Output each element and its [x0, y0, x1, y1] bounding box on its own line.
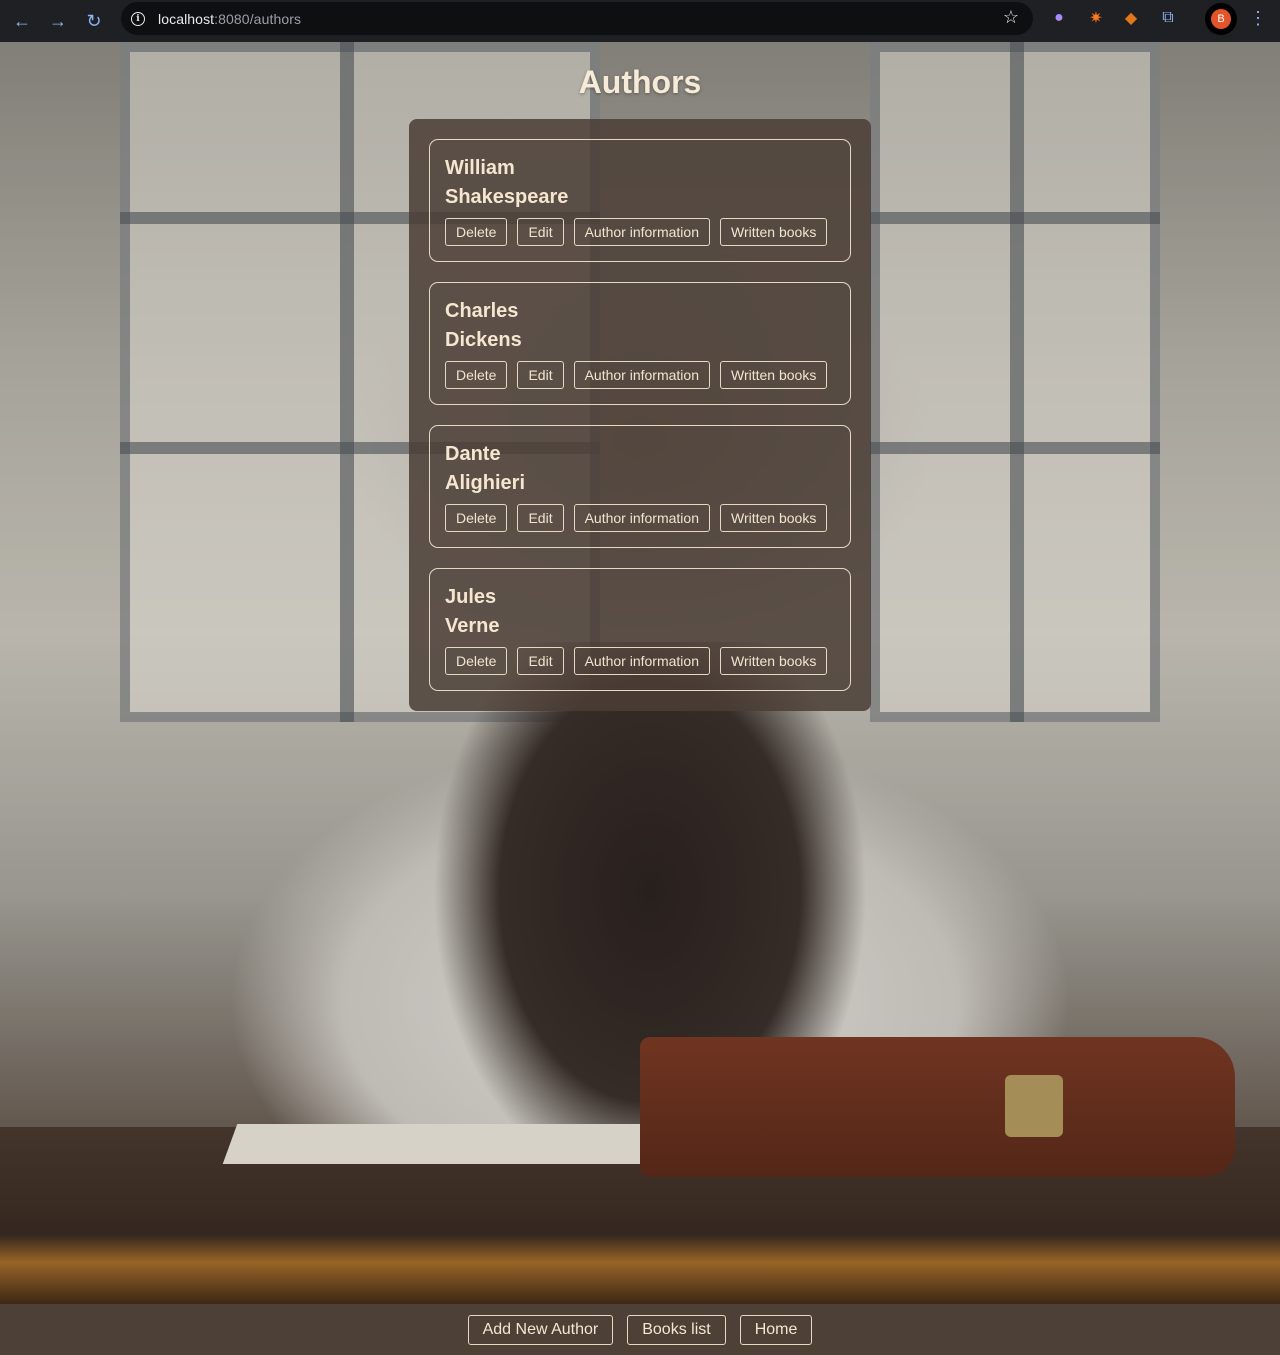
url-text: localhost:8080/authors — [158, 10, 302, 27]
delete-button[interactable]: Delete — [445, 504, 508, 532]
written-books-button[interactable]: Written books — [720, 218, 828, 246]
page-title: Authors — [578, 64, 702, 100]
author-card: Charles Dickens Delete Edit Author inform… — [429, 282, 851, 405]
extensions-puzzle-icon[interactable]: ⧉ — [1154, 4, 1182, 32]
written-books-button[interactable]: Written books — [720, 647, 828, 675]
delete-button[interactable]: Delete — [445, 361, 508, 389]
edit-button[interactable]: Edit — [517, 218, 564, 246]
delete-button[interactable]: Delete — [445, 647, 508, 675]
author-information-button[interactable]: Author information — [573, 218, 710, 246]
profile-button[interactable]: B — [1205, 3, 1237, 35]
address-bar[interactable]: i localhost:8080/authors ☆ — [121, 2, 1033, 35]
authors-list: William Shakespeare Delete Edit Author in… — [409, 119, 871, 711]
burst-extension-icon[interactable]: ✷ — [1082, 4, 1110, 32]
author-card: Dante Alighieri Delete Edit Author inform… — [429, 425, 851, 548]
author-card: William Shakespeare Delete Edit Author in… — [429, 139, 851, 262]
add-new-author-button[interactable]: Add New Author — [467, 1314, 614, 1345]
written-books-button[interactable]: Written books — [720, 361, 828, 389]
browser-toolbar: ← → ↻ i localhost:8080/authors ☆ ● ✷ ◆ ⧉… — [0, 0, 1280, 42]
avatar: B — [1211, 9, 1231, 29]
author-information-button[interactable]: Author information — [573, 361, 710, 389]
author-name: William Shakespeare — [445, 157, 569, 208]
home-button[interactable]: Home — [739, 1314, 813, 1345]
footer-nav: Add New Author Books list Home — [0, 1304, 1280, 1355]
author-information-button[interactable]: Author information — [573, 504, 710, 532]
books-list-button[interactable]: Books list — [627, 1314, 726, 1345]
author-name: Charles Dickens — [445, 300, 522, 351]
ghost-extension-icon[interactable]: ● — [1045, 4, 1073, 32]
edit-button[interactable]: Edit — [517, 361, 564, 389]
edit-button[interactable]: Edit — [517, 504, 564, 532]
forward-icon[interactable]: → — [40, 3, 76, 39]
site-info-icon[interactable]: i — [131, 11, 145, 26]
delete-button[interactable]: Delete — [445, 218, 508, 246]
reload-icon[interactable]: ↻ — [76, 3, 112, 39]
written-books-button[interactable]: Written books — [720, 504, 828, 532]
author-card: Jules Verne Delete Edit Author informatio… — [429, 568, 851, 691]
back-icon[interactable]: ← — [4, 3, 40, 39]
author-name: Dante Alighieri — [445, 443, 526, 494]
author-information-button[interactable]: Author information — [573, 647, 710, 675]
bookmark-star-icon[interactable]: ☆ — [1003, 7, 1019, 28]
author-name: Jules Verne — [445, 586, 500, 637]
page-background: Authors William Shakespeare Delete Edit A… — [0, 42, 1280, 1355]
fox-extension-icon[interactable]: ◆ — [1117, 4, 1145, 32]
more-menu-icon[interactable]: ⋮ — [1249, 8, 1267, 29]
edit-button[interactable]: Edit — [517, 647, 564, 675]
